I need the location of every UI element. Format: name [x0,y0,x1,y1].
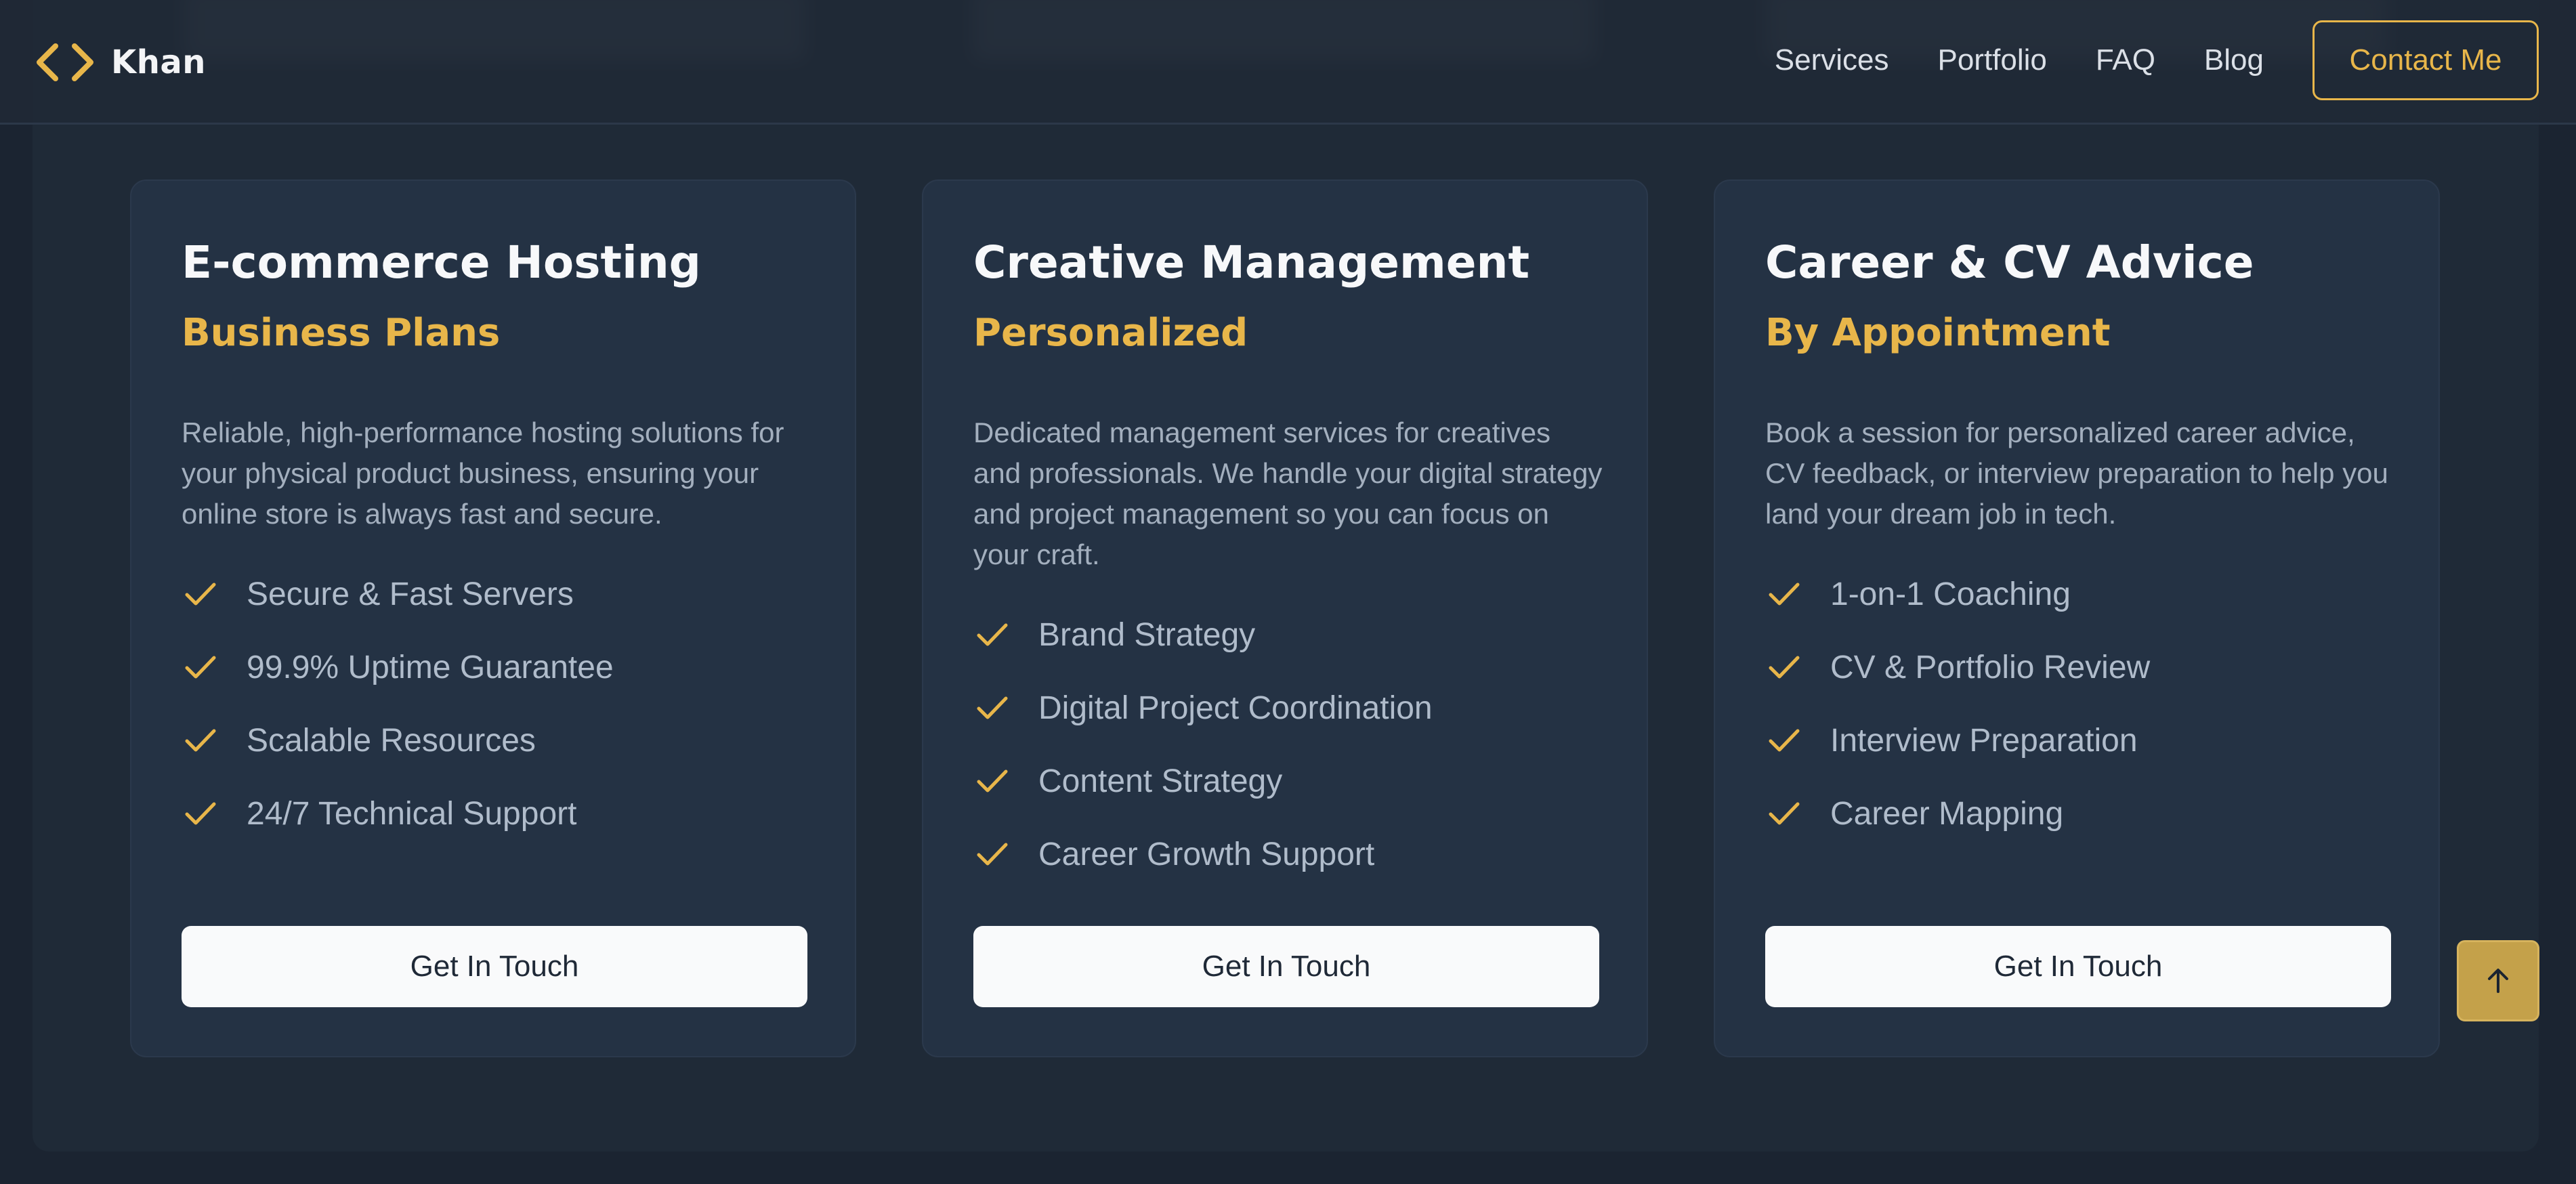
check-icon [977,623,1008,646]
card-subtitle: By Appointment [1765,311,2111,355]
main-nav: Services Portfolio FAQ Blog Contact Me [1775,0,2539,121]
feature-item: Secure & Fast Servers [182,557,614,631]
get-in-touch-button[interactable]: Get In Touch [182,926,807,1007]
nav-link-portfolio[interactable]: Portfolio [1937,43,2046,77]
service-card-creative-management: Creative Management Personalized Dedicat… [922,179,1648,1057]
card-description: Book a session for personalized career a… [1765,417,2388,530]
card-title: Creative Management [973,236,1530,289]
get-in-touch-button[interactable]: Get In Touch [1765,926,2391,1007]
feature-item: Digital Project Coordination [973,671,1433,744]
check-icon [1769,656,1800,679]
feature-item: 24/7 Technical Support [182,777,614,850]
feature-label: Career Mapping [1830,795,2064,832]
feature-item: 99.9% Uptime Guarantee [182,631,614,704]
feature-label: 24/7 Technical Support [247,795,577,832]
brand-logo[interactable]: Khan [33,35,206,89]
feature-label: Digital Project Coordination [1038,690,1433,726]
feature-label: Secure & Fast Servers [247,576,574,612]
feature-label: Content Strategy [1038,763,1283,799]
check-icon [1769,729,1800,752]
feature-label: CV & Portfolio Review [1830,649,2151,685]
check-icon [185,802,216,825]
feature-item: Interview Preparation [1765,704,2150,777]
arrow-up-icon [2488,969,2508,993]
card-description: Reliable, high-performance hosting solut… [182,417,784,530]
service-card-ecommerce-hosting: E-commerce Hosting Business Plans Reliab… [130,179,856,1057]
check-icon [1769,802,1800,825]
check-icon [977,843,1008,866]
card-description: Dedicated management services for creati… [973,417,1603,570]
brand-name: Khan [111,43,206,81]
feature-list: 1-on-1 Coaching CV & Portfolio Review In… [1765,557,2150,850]
check-icon [185,583,216,606]
page: Khan Services Portfolio FAQ Blog Contact… [0,0,2576,1184]
feature-label: Brand Strategy [1038,616,1256,653]
nav-link-blog[interactable]: Blog [2204,43,2264,77]
card-title: Career & CV Advice [1765,236,2254,289]
scroll-to-top-button[interactable] [2457,940,2539,1021]
feature-item: Scalable Resources [182,704,614,777]
nav-link-services[interactable]: Services [1775,43,1889,77]
feature-list: Brand Strategy Digital Project Coordinat… [973,598,1433,891]
feature-item: Career Growth Support [973,818,1433,891]
contact-me-button[interactable]: Contact Me [2313,20,2539,100]
check-icon [185,656,216,679]
feature-list: Secure & Fast Servers 99.9% Uptime Guara… [182,557,614,850]
feature-item: Content Strategy [973,744,1433,818]
check-icon [185,729,216,752]
check-icon [977,696,1008,719]
card-title: E-commerce Hosting [182,236,701,289]
service-card-career-cv-advice: Career & CV Advice By Appointment Book a… [1714,179,2440,1057]
check-icon [1769,583,1800,606]
feature-item: CV & Portfolio Review [1765,631,2150,704]
code-brackets-icon [37,43,93,81]
feature-label: Career Growth Support [1038,836,1375,872]
feature-label: 1-on-1 Coaching [1830,576,2071,612]
feature-label: 99.9% Uptime Guarantee [247,649,614,685]
feature-item: Brand Strategy [973,598,1433,671]
get-in-touch-button[interactable]: Get In Touch [973,926,1599,1007]
card-subtitle: Business Plans [182,311,501,355]
feature-label: Scalable Resources [247,722,536,759]
check-icon [977,769,1008,792]
feature-item: 1-on-1 Coaching [1765,557,2150,631]
card-subtitle: Personalized [973,311,1248,355]
feature-label: Interview Preparation [1830,722,2138,759]
nav-link-faq[interactable]: FAQ [2096,43,2155,77]
feature-item: Career Mapping [1765,777,2150,850]
